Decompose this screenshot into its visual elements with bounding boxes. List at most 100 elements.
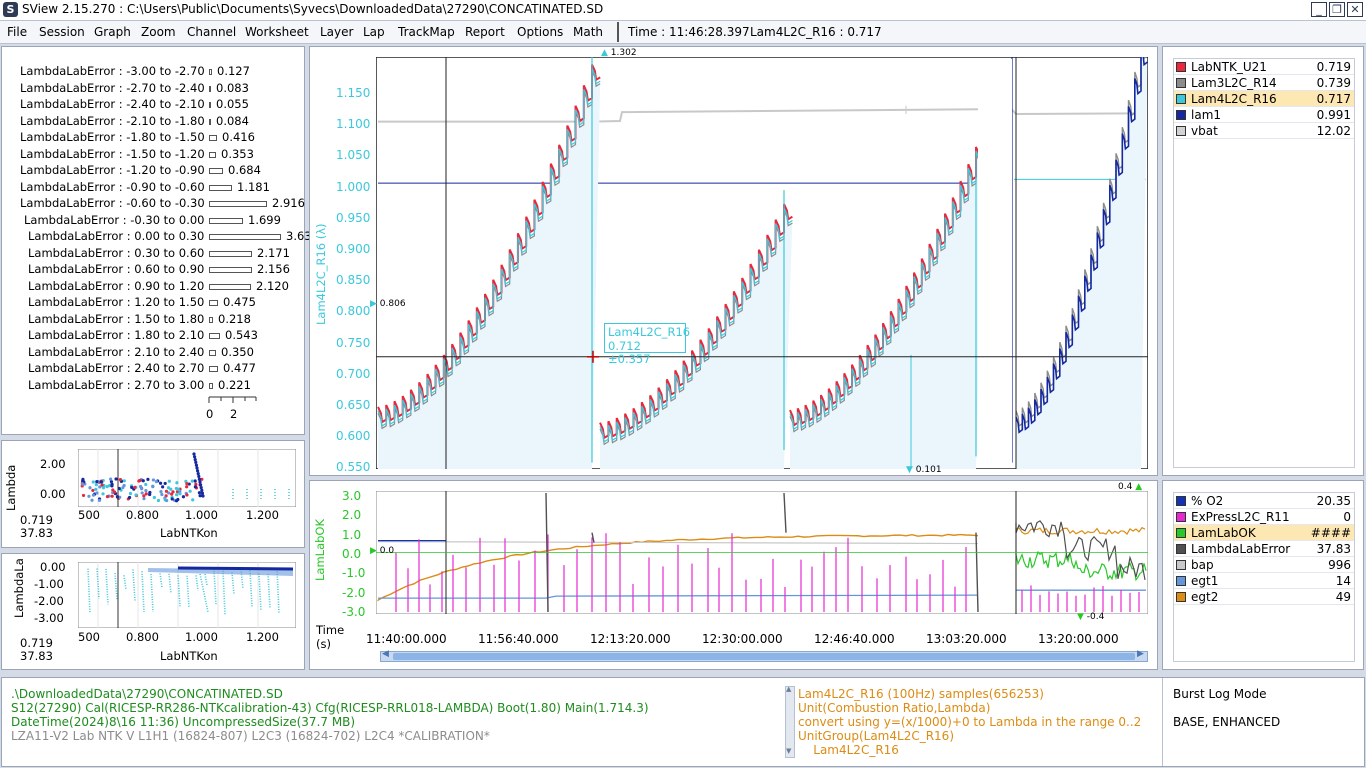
histogram-row-value: 0.477	[223, 361, 256, 375]
legend-item[interactable]: LamLabOK ####	[1174, 525, 1354, 541]
legend-item-name: egt1	[1191, 574, 1219, 588]
menu-zoom[interactable]: Zoom	[141, 25, 176, 39]
histogram-bar	[209, 316, 213, 323]
lower-chart-max-value: 0.4	[1118, 482, 1133, 492]
scatter-point	[199, 486, 203, 490]
minimize-button[interactable]: _	[1311, 2, 1327, 17]
scatter-point	[199, 483, 203, 487]
main-chart-panel[interactable]: Lam4L2C_R16 (λ) 1.150 1.100 1.050 1.000 0.95…	[309, 46, 1158, 476]
histogram-bar	[209, 283, 251, 290]
lower-chart-panel[interactable]: LamLabOK 3.0 2.0 1.0 0.0 -1.0 -2.0 -3.0 0.4 ▲ …	[309, 480, 1158, 670]
scatter-plot-lambda[interactable]: Lambda 2.00 0.00 500 0.800 1.000 1.200 0…	[1, 440, 305, 548]
lower-chart-plot-area[interactable]	[376, 491, 1148, 614]
menu-math[interactable]: Math	[573, 25, 603, 39]
scatter-point	[91, 480, 95, 484]
scatter2-ytick: -2.00	[34, 594, 64, 608]
scatter-point	[105, 494, 110, 499]
legend-item[interactable]: vbat 12.02	[1174, 123, 1354, 139]
scatter1-readout-x: 0.719	[20, 513, 53, 527]
legend-color-swatch-icon	[1176, 496, 1186, 506]
menu-layer[interactable]: Layer	[320, 25, 353, 39]
scatter-point	[193, 458, 197, 462]
menu-graph[interactable]: Graph	[94, 25, 131, 39]
histogram-row-label: LambdaLabError : 0.00 to 0.30	[28, 229, 205, 243]
main-chart-ytick: 0.650	[336, 398, 371, 412]
histogram-bar	[209, 300, 218, 306]
menu-session[interactable]: Session	[39, 25, 85, 39]
scatter-point	[193, 479, 197, 483]
scatter1-xtick: 1.200	[246, 508, 279, 522]
scatter-point	[144, 489, 148, 493]
legend-item-name: egt2	[1191, 590, 1219, 604]
main-chart-plot-area[interactable]	[376, 57, 1148, 469]
scatter2-ytick: -1.00	[34, 577, 64, 591]
main-chart-ytick: 1.100	[336, 117, 371, 132]
legend-item[interactable]: ExPressL2C_R11 0	[1174, 509, 1354, 525]
scatter-point	[148, 492, 152, 497]
histogram-row-value: 1.699	[248, 212, 281, 227]
scroll-right-icon[interactable]: ▶	[1137, 649, 1144, 659]
histogram-row-value: 2.916	[272, 196, 305, 210]
legend-item[interactable]: LabNTK_U21 0.719	[1174, 59, 1354, 75]
legend-item-value: 0.739	[1316, 76, 1351, 90]
scatter-point	[185, 482, 189, 486]
legend-item[interactable]: egt1 14	[1174, 573, 1354, 589]
menu-trackmap[interactable]: TrackMap	[398, 25, 455, 39]
histogram-bar	[209, 151, 216, 158]
scatter2-xtick: 1.200	[246, 630, 279, 644]
histogram-row-label: LambdaLabError : -1.80 to -1.50	[20, 130, 205, 144]
lower-chart-min-value: -0.4	[1086, 612, 1105, 622]
menu-file[interactable]: File	[7, 25, 27, 39]
scroll-left-icon[interactable]: ◀	[382, 649, 389, 659]
menu-channel[interactable]: Channel	[187, 25, 236, 39]
menu-lap[interactable]: Lap	[363, 25, 385, 39]
histogram-panel[interactable]: LambdaLabError : -3.00 to -2.70 0.127 Lamb…	[1, 46, 319, 435]
scatter-point	[196, 472, 200, 476]
histogram-bar	[209, 85, 211, 92]
time-axis-tick: 12:13:20.000	[590, 632, 671, 646]
legend-item[interactable]: lam1 0.991	[1174, 107, 1354, 123]
legend-item[interactable]: bap 996	[1174, 557, 1354, 573]
scatter-plot-lambdalaberror[interactable]: LambdaLa 0.00 -1.00 -2.00 -3.00 500 0.80…	[1, 553, 305, 670]
info-scrollbar[interactable]: ▲ ▼	[785, 685, 795, 758]
status-time: Time : 11:46:28.397	[628, 25, 750, 39]
legend-item[interactable]: Lam4L2C_R16 0.717	[1174, 91, 1354, 107]
legend-item[interactable]: % O2 20.35	[1174, 493, 1354, 509]
legend-item-name: Lam3L2C_R14	[1191, 76, 1277, 90]
legend-item-value: 0.717	[1316, 92, 1351, 106]
time-axis-tick: 13:20:00.000	[1038, 632, 1119, 646]
legend-item[interactable]: Lam3L2C_R14 0.739	[1174, 75, 1354, 91]
time-scrollbar[interactable]: ◀ ▶	[380, 649, 1148, 662]
histogram-row-value: 0.684	[228, 163, 261, 177]
scatter2-plot-area[interactable]	[78, 562, 296, 628]
time-scrollbar-thumb[interactable]	[393, 653, 1135, 660]
menu-report[interactable]: Report	[465, 25, 505, 39]
scatter-point	[151, 478, 155, 482]
histogram-row-label: LambdaLabError : 2.10 to 2.40	[28, 344, 205, 359]
legend-item-name: ExPressL2C_R11	[1191, 510, 1290, 524]
lower-chart-min-marker: ▼ -0.4	[1077, 612, 1105, 622]
scatter1-plot-area[interactable]	[78, 449, 296, 507]
burst-log-mode-value: BASE, ENHANCED	[1173, 715, 1281, 729]
histogram-row-value: 0.475	[223, 295, 256, 309]
scatter-point	[197, 491, 202, 495]
scroll-up-icon[interactable]: ▲	[786, 685, 791, 693]
scatter-point	[122, 479, 126, 483]
close-button[interactable]: ✕	[1347, 2, 1363, 17]
main-chart-left-marker[interactable]: ▶ 0.806	[370, 299, 406, 309]
scroll-down-icon[interactable]: ▼	[786, 747, 791, 755]
legend-item[interactable]: egt2 49	[1174, 589, 1354, 605]
legend-item[interactable]: LambdaLabError 37.83	[1174, 541, 1354, 557]
scatter2-ytick: 0.00	[40, 560, 66, 574]
lower-chart-left-marker[interactable]: ▶ 0.0	[370, 546, 394, 556]
histogram-bar	[209, 201, 267, 207]
histogram-row-label: LambdaLabError : -2.70 to -2.40	[20, 80, 205, 95]
cursor-tooltip: Lam4L2C_R16 0.712 ±0.357	[604, 323, 690, 366]
histogram-bar	[209, 168, 223, 174]
histogram-axis-tick: 2	[230, 407, 238, 421]
scatter-point	[170, 497, 174, 501]
menu-options[interactable]: Options	[517, 25, 563, 39]
scatter-point	[200, 488, 204, 492]
menu-worksheet[interactable]: Worksheet	[245, 25, 309, 39]
maximize-button[interactable]: ❐	[1329, 2, 1345, 17]
